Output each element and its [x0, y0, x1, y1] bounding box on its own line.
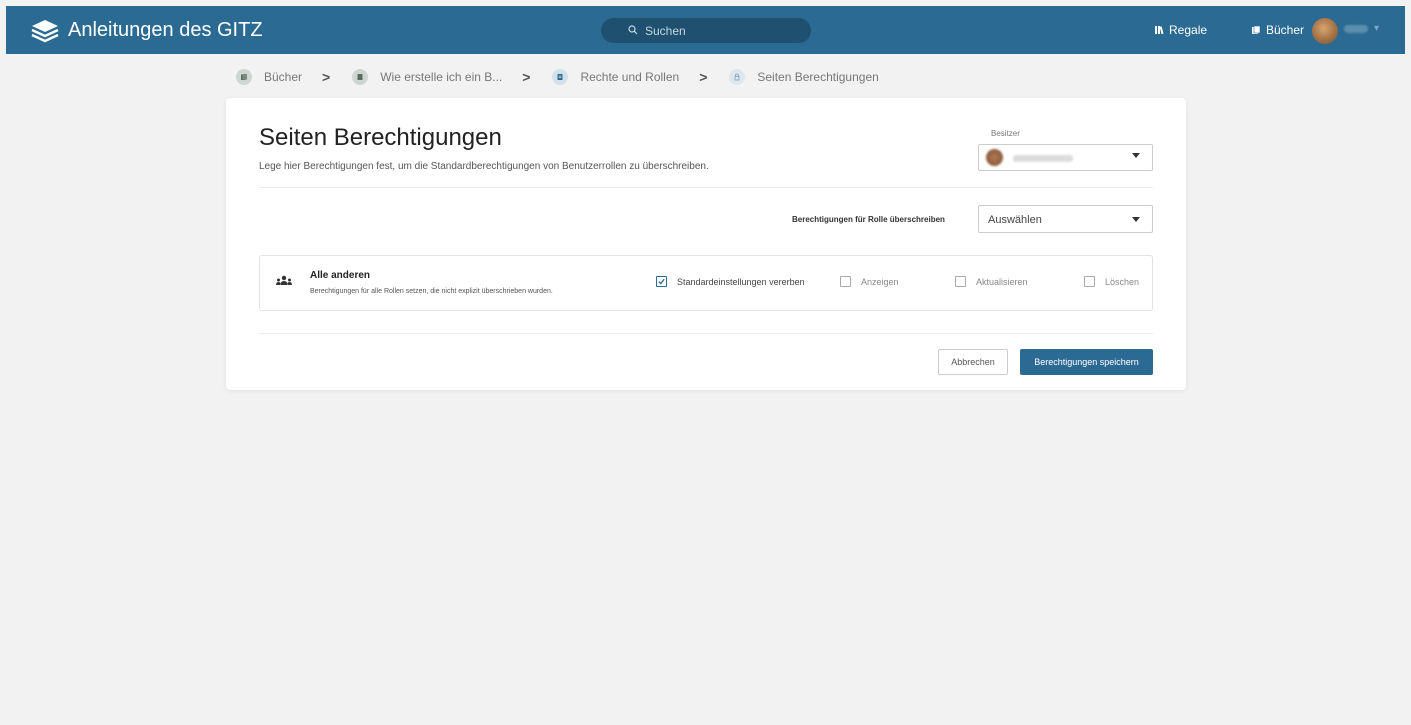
search-icon — [628, 25, 638, 35]
permissions-card: Seiten Berechtigungen Lege hier Berechti… — [226, 98, 1186, 390]
divider — [259, 187, 1153, 188]
stacked-books-icon[interactable] — [30, 18, 60, 44]
book-icon — [352, 69, 369, 85]
lock-icon — [729, 69, 746, 85]
books-icon — [236, 69, 252, 85]
breadcrumb-label: Seiten Berechtigungen — [757, 70, 879, 84]
breadcrumb-item-chapter[interactable]: Rechte und Rollen — [552, 69, 679, 85]
permission-row-everyone: Alle anderen Berechtigungen für alle Rol… — [259, 255, 1153, 311]
nav-books-label: Bücher — [1266, 23, 1305, 37]
checkbox-unchecked-icon[interactable] — [840, 276, 851, 287]
update-label: Aktualisieren — [976, 276, 1028, 287]
breadcrumb-separator: > — [322, 69, 331, 85]
app-title[interactable]: Anleitungen des GITZ — [68, 18, 263, 42]
breadcrumb: Bücher > Wie erstelle ich ein B... > Rec… — [236, 68, 879, 86]
permission-row-description: Berechtigungen für alle Rollen setzen, d… — [310, 288, 553, 295]
breadcrumb-label: Rechte und Rollen — [580, 70, 680, 84]
view-checkbox[interactable]: Anzeigen — [840, 276, 899, 287]
search-box[interactable] — [601, 18, 811, 43]
checkbox-unchecked-icon[interactable] — [1084, 276, 1095, 287]
breadcrumb-separator: > — [699, 69, 708, 85]
breadcrumb-item-book[interactable]: Wie erstelle ich ein B... — [352, 69, 502, 85]
chapter-icon — [552, 69, 569, 85]
breadcrumb-item-current: Seiten Berechtigungen — [729, 69, 879, 85]
dropdown-caret-icon — [1132, 217, 1140, 222]
checkbox-unchecked-icon[interactable] — [955, 276, 966, 287]
users-icon — [276, 275, 292, 285]
delete-checkbox[interactable]: Löschen — [1084, 276, 1139, 287]
nav-books-link[interactable]: Bücher — [1251, 23, 1304, 37]
checkbox-checked-icon[interactable] — [656, 276, 667, 287]
owner-avatar — [986, 149, 1003, 166]
owner-select[interactable] — [978, 144, 1153, 171]
page-title: Seiten Berechtigungen — [259, 124, 502, 151]
shelves-icon — [1155, 26, 1164, 35]
inherit-defaults-checkbox[interactable]: Standardeinstellungen vererben — [656, 276, 805, 287]
books-icon — [1252, 25, 1261, 34]
breadcrumb-separator: > — [522, 69, 531, 85]
role-select-value: Auswählen — [988, 214, 1042, 226]
top-header: Anleitungen des GITZ Regale Bücher ▾ — [6, 6, 1405, 54]
breadcrumb-item-books[interactable]: Bücher — [236, 69, 302, 85]
breadcrumb-label: Wie erstelle ich ein B... — [380, 70, 503, 84]
inherit-defaults-label: Standardeinstellungen vererben — [677, 276, 805, 287]
nav-shelves-link[interactable]: Regale — [1154, 23, 1207, 37]
dropdown-caret-icon — [1132, 153, 1140, 158]
owner-name — [1013, 155, 1073, 162]
role-override-label: Berechtigungen für Rolle überschreiben — [792, 215, 945, 224]
user-name[interactable] — [1344, 25, 1368, 33]
cancel-button[interactable]: Abbrechen — [938, 349, 1008, 375]
page-description: Lege hier Berechtigungen fest, um die St… — [259, 161, 709, 172]
role-override-select[interactable]: Auswählen — [978, 205, 1153, 233]
user-menu-caret-icon[interactable]: ▾ — [1374, 23, 1379, 34]
divider — [259, 333, 1153, 334]
nav-shelves-label: Regale — [1169, 23, 1208, 37]
owner-label: Besitzer — [991, 129, 1020, 138]
user-avatar[interactable] — [1312, 18, 1338, 44]
permission-row-title: Alle anderen — [310, 270, 371, 281]
update-checkbox[interactable]: Aktualisieren — [955, 276, 1028, 287]
delete-label: Löschen — [1105, 276, 1140, 287]
save-permissions-button[interactable]: Berechtigungen speichern — [1020, 349, 1153, 375]
search-input[interactable] — [645, 18, 805, 43]
view-label: Anzeigen — [861, 276, 899, 287]
breadcrumb-label: Bücher — [264, 70, 303, 84]
